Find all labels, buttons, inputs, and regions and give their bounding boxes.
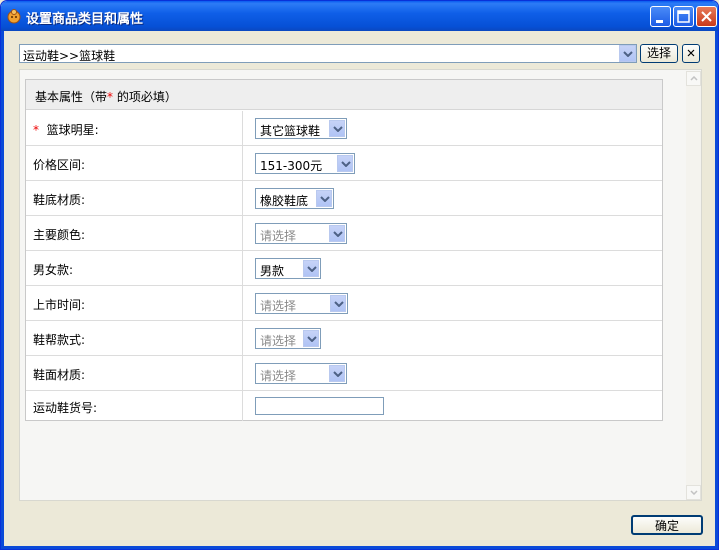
sole-material-select[interactable]: 橡胶鞋底 xyxy=(255,188,334,209)
required-marker: * xyxy=(33,123,39,137)
item-number-input[interactable] xyxy=(255,397,384,415)
field-label: 男女款: xyxy=(33,263,74,277)
scroll-down-button[interactable] xyxy=(686,485,701,500)
field-label: 鞋底材质: xyxy=(33,193,86,207)
maximize-button[interactable] xyxy=(673,6,694,27)
chevron-up-icon xyxy=(690,76,698,81)
main-color-select[interactable]: 请选择 xyxy=(255,223,347,244)
select-category-button[interactable]: 选择 xyxy=(640,44,678,63)
row-main-color: 主要颜色: 请选择 xyxy=(26,216,662,251)
row-basketball-star: * 篮球明星: 其它篮球鞋 xyxy=(26,111,662,146)
chevron-down-icon xyxy=(690,490,698,495)
row-price-range: 价格区间: 151-300元 xyxy=(26,146,662,181)
ok-button[interactable]: 确定 xyxy=(631,515,703,535)
field-label: 鞋帮款式: xyxy=(33,333,86,347)
category-path: 运动鞋>>篮球鞋 xyxy=(23,49,116,63)
category-dropdown-arrow[interactable] xyxy=(619,45,636,62)
attributes-header: 基本属性（带* 的项必填） xyxy=(26,80,662,110)
price-range-select[interactable]: 151-300元 xyxy=(255,153,355,174)
chevron-down-icon xyxy=(333,371,343,377)
attributes-header-text: 基本属性（带* 的项必填） xyxy=(35,90,177,104)
chevron-down-icon xyxy=(333,126,343,132)
row-sole-material: 鞋底材质: 橡胶鞋底 xyxy=(26,181,662,216)
attributes-table: 基本属性（带* 的项必填） * 篮球明星: 其它篮球鞋 价格区间: 151-30… xyxy=(25,79,663,421)
title-bar[interactable]: 设置商品类目和属性 xyxy=(1,1,718,31)
field-label: 鞋面材质: xyxy=(33,368,86,382)
row-gender: 男女款: 男款 xyxy=(26,251,662,286)
row-upper-style: 鞋帮款式: 请选择 xyxy=(26,321,662,356)
dialog-window: 设置商品类目和属性 运动鞋>>篮球鞋 选择 基本属性（带* 的项必填） * 篮球… xyxy=(0,0,719,550)
close-icon xyxy=(701,11,712,22)
window-frame-right xyxy=(715,31,718,549)
minimize-button[interactable] xyxy=(650,6,671,27)
close-button[interactable] xyxy=(696,6,717,27)
clear-category-button[interactable] xyxy=(682,44,700,63)
maximize-icon xyxy=(677,10,690,23)
chevron-down-icon xyxy=(320,196,330,202)
upper-style-select[interactable]: 请选择 xyxy=(255,328,321,349)
app-icon xyxy=(6,8,22,24)
chevron-down-icon xyxy=(333,231,343,237)
chevron-down-icon xyxy=(341,161,351,167)
scroll-up-button[interactable] xyxy=(686,71,701,86)
upper-material-select[interactable]: 请选择 xyxy=(255,363,347,384)
row-item-number: 运动鞋货号: xyxy=(26,391,662,421)
basketball-star-select[interactable]: 其它篮球鞋 xyxy=(255,118,347,139)
window-frame-bottom xyxy=(1,546,718,549)
field-label: 主要颜色: xyxy=(33,228,86,242)
field-label: 上市时间: xyxy=(33,298,86,312)
chevron-down-icon xyxy=(334,301,344,307)
row-upper-material: 鞋面材质: 请选择 xyxy=(26,356,662,391)
chevron-down-icon xyxy=(307,336,317,342)
category-combobox[interactable]: 运动鞋>>篮球鞋 xyxy=(19,44,637,63)
gender-select[interactable]: 男款 xyxy=(255,258,321,279)
window-title: 设置商品类目和属性 xyxy=(26,12,144,27)
vertical-scrollbar[interactable] xyxy=(686,71,701,500)
chevron-down-icon xyxy=(623,51,633,57)
row-launch-time: 上市时间: 请选择 xyxy=(26,286,662,321)
field-label: 价格区间: xyxy=(33,158,86,172)
minimize-icon xyxy=(656,20,663,23)
field-label: 运动鞋货号: xyxy=(33,401,98,415)
close-icon xyxy=(687,49,695,57)
chevron-down-icon xyxy=(307,266,317,272)
field-label: * 篮球明星: xyxy=(33,123,99,137)
launch-time-select[interactable]: 请选择 xyxy=(255,293,348,314)
window-frame-left xyxy=(1,31,4,549)
